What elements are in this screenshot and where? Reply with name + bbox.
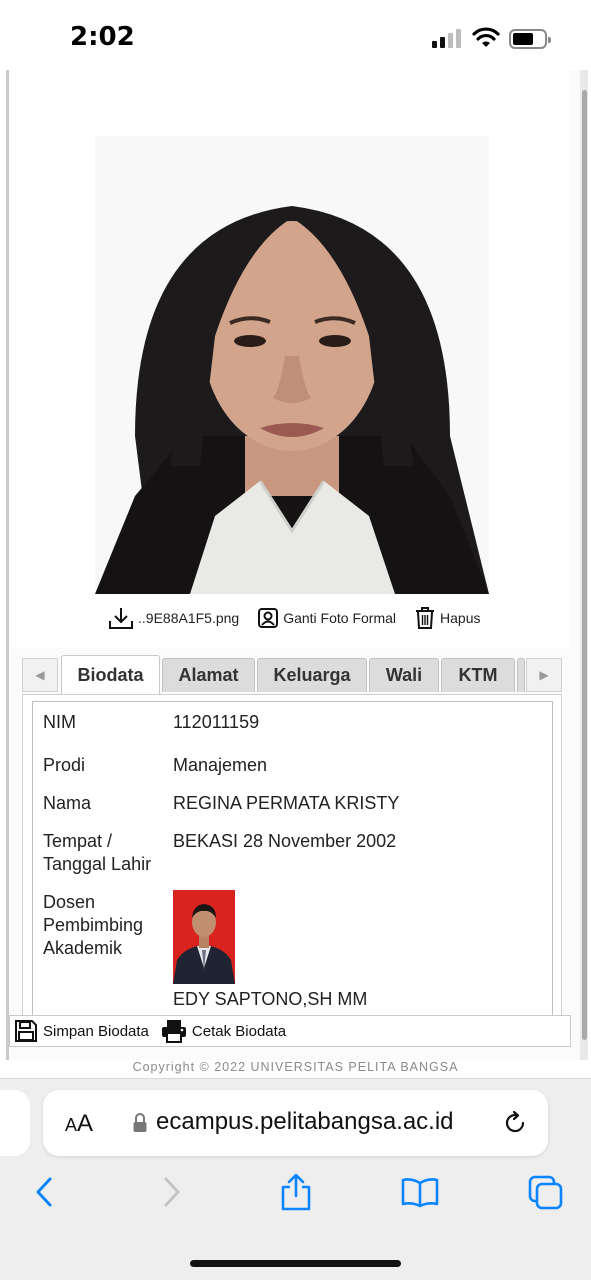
photo-panel: ..9E88A1F5.png Ganti Foto Formal Hapus (12, 70, 570, 648)
text-size-button[interactable]: AA (65, 1110, 93, 1138)
previous-tab-preview[interactable] (0, 1090, 30, 1156)
tab-label: KTM (458, 665, 498, 685)
ttl-label-line1: Tempat / (43, 831, 113, 851)
photo-actions: ..9E88A1F5.png Ganti Foto Formal Hapus (108, 603, 498, 633)
address-bar[interactable]: AA ecampus.pelitabangsa.ac.id (43, 1090, 548, 1156)
tabs-icon (528, 1175, 563, 1210)
student-portrait-photo (95, 136, 489, 594)
change-photo-button[interactable]: Ganti Foto Formal (257, 607, 396, 629)
tab-label: Keluarga (273, 665, 351, 685)
tabs-button[interactable] (523, 1170, 567, 1214)
ttl-value: BEKASI 28 November 2002 (173, 831, 397, 851)
nim-value: 112011159 (173, 712, 260, 732)
change-photo-label: Ganti Foto Formal (283, 610, 397, 626)
forward-button[interactable] (150, 1170, 194, 1214)
tab-wali[interactable]: Wali (369, 658, 439, 692)
share-icon (281, 1173, 311, 1211)
advisor-photo (173, 890, 235, 984)
prodi-value: Manajemen (173, 755, 268, 775)
cellular-signal-icon (432, 29, 462, 48)
tab-scroll-right-button[interactable]: ▶ (526, 658, 562, 692)
print-biodata-label: Cetak Biodata (191, 1022, 287, 1040)
dosen-label-line1: Dosen (43, 892, 96, 912)
status-time: 2:02 (70, 22, 135, 52)
tab-ktm[interactable]: KTM (441, 658, 515, 692)
download-photo-button[interactable]: ..9E88A1F5.png (108, 606, 239, 630)
tab-label: Biodata (77, 665, 144, 685)
biodata-panel: NIM 112011159 Prodi Manajemen Nama REGIN… (22, 694, 562, 1017)
printer-icon (161, 1020, 186, 1043)
dosen-label-line3: Akademik (43, 938, 123, 958)
dosen-value: EDY SAPTONO,SH MM (173, 989, 368, 1009)
chevron-left-icon (36, 1177, 52, 1207)
chevron-right-icon (164, 1177, 180, 1207)
download-icon (109, 608, 133, 629)
prodi-label: Prodi (43, 755, 86, 775)
tab-bar: ◀ Biodata Alamat Keluarga Wali KTM ▶ (22, 655, 562, 695)
print-biodata-button[interactable]: Cetak Biodata (161, 1019, 286, 1043)
lock-icon (133, 1113, 147, 1132)
url-text[interactable]: ecampus.pelitabangsa.ac.id (156, 1108, 454, 1136)
biodata-toolbar: Simpan Biodata Cetak Biodata (9, 1015, 571, 1047)
floppy-disk-icon (15, 1020, 37, 1042)
back-button[interactable] (22, 1170, 66, 1214)
tab-keluarga[interactable]: Keluarga (257, 658, 367, 692)
portrait-icon (258, 608, 279, 628)
tab-biodata[interactable]: Biodata (61, 655, 160, 695)
dosen-label-line2: Pembimbing (43, 915, 144, 935)
student-photo (95, 136, 489, 594)
nama-label: Nama (43, 793, 92, 813)
save-biodata-label: Simpan Biodata (43, 1022, 149, 1040)
delete-photo-label: Hapus (440, 610, 481, 626)
browser-nav-row (0, 1170, 591, 1220)
battery-icon (509, 29, 551, 49)
save-biodata-button[interactable]: Simpan Biodata (14, 1019, 149, 1043)
home-indicator[interactable] (190, 1260, 401, 1267)
share-button[interactable] (274, 1170, 318, 1214)
photo-filename: ..9E88A1F5.png (138, 610, 240, 626)
tab-alamat[interactable]: Alamat (162, 658, 255, 692)
tab-label: Alamat (178, 665, 239, 685)
tab-scroll-left-button[interactable]: ◀ (22, 658, 58, 692)
bookmarks-button[interactable] (398, 1170, 442, 1214)
nim-label: NIM (43, 712, 76, 732)
ttl-label-line2: Tanggal Lahir (43, 854, 152, 874)
nama-value: REGINA PERMATA KRISTY (173, 793, 400, 813)
delete-photo-button[interactable]: Hapus (414, 606, 480, 630)
advisor-portrait-photo (173, 890, 235, 984)
scrollbar-thumb[interactable] (582, 90, 587, 1040)
status-bar: 2:02 (0, 0, 591, 70)
trash-icon (416, 607, 435, 629)
reload-icon[interactable] (501, 1109, 529, 1137)
tab-label: Wali (385, 665, 423, 685)
triangle-right-icon: ▶ (539, 668, 549, 682)
copyright-footer: Copyright © 2022 UNIVERSITAS PELITA BANG… (132, 1060, 459, 1074)
wifi-icon (472, 27, 500, 47)
biodata-table: NIM 112011159 Prodi Manajemen Nama REGIN… (32, 701, 553, 1017)
book-icon (401, 1178, 439, 1208)
tab-next-partial[interactable] (517, 658, 525, 692)
triangle-left-icon: ◀ (35, 668, 45, 682)
